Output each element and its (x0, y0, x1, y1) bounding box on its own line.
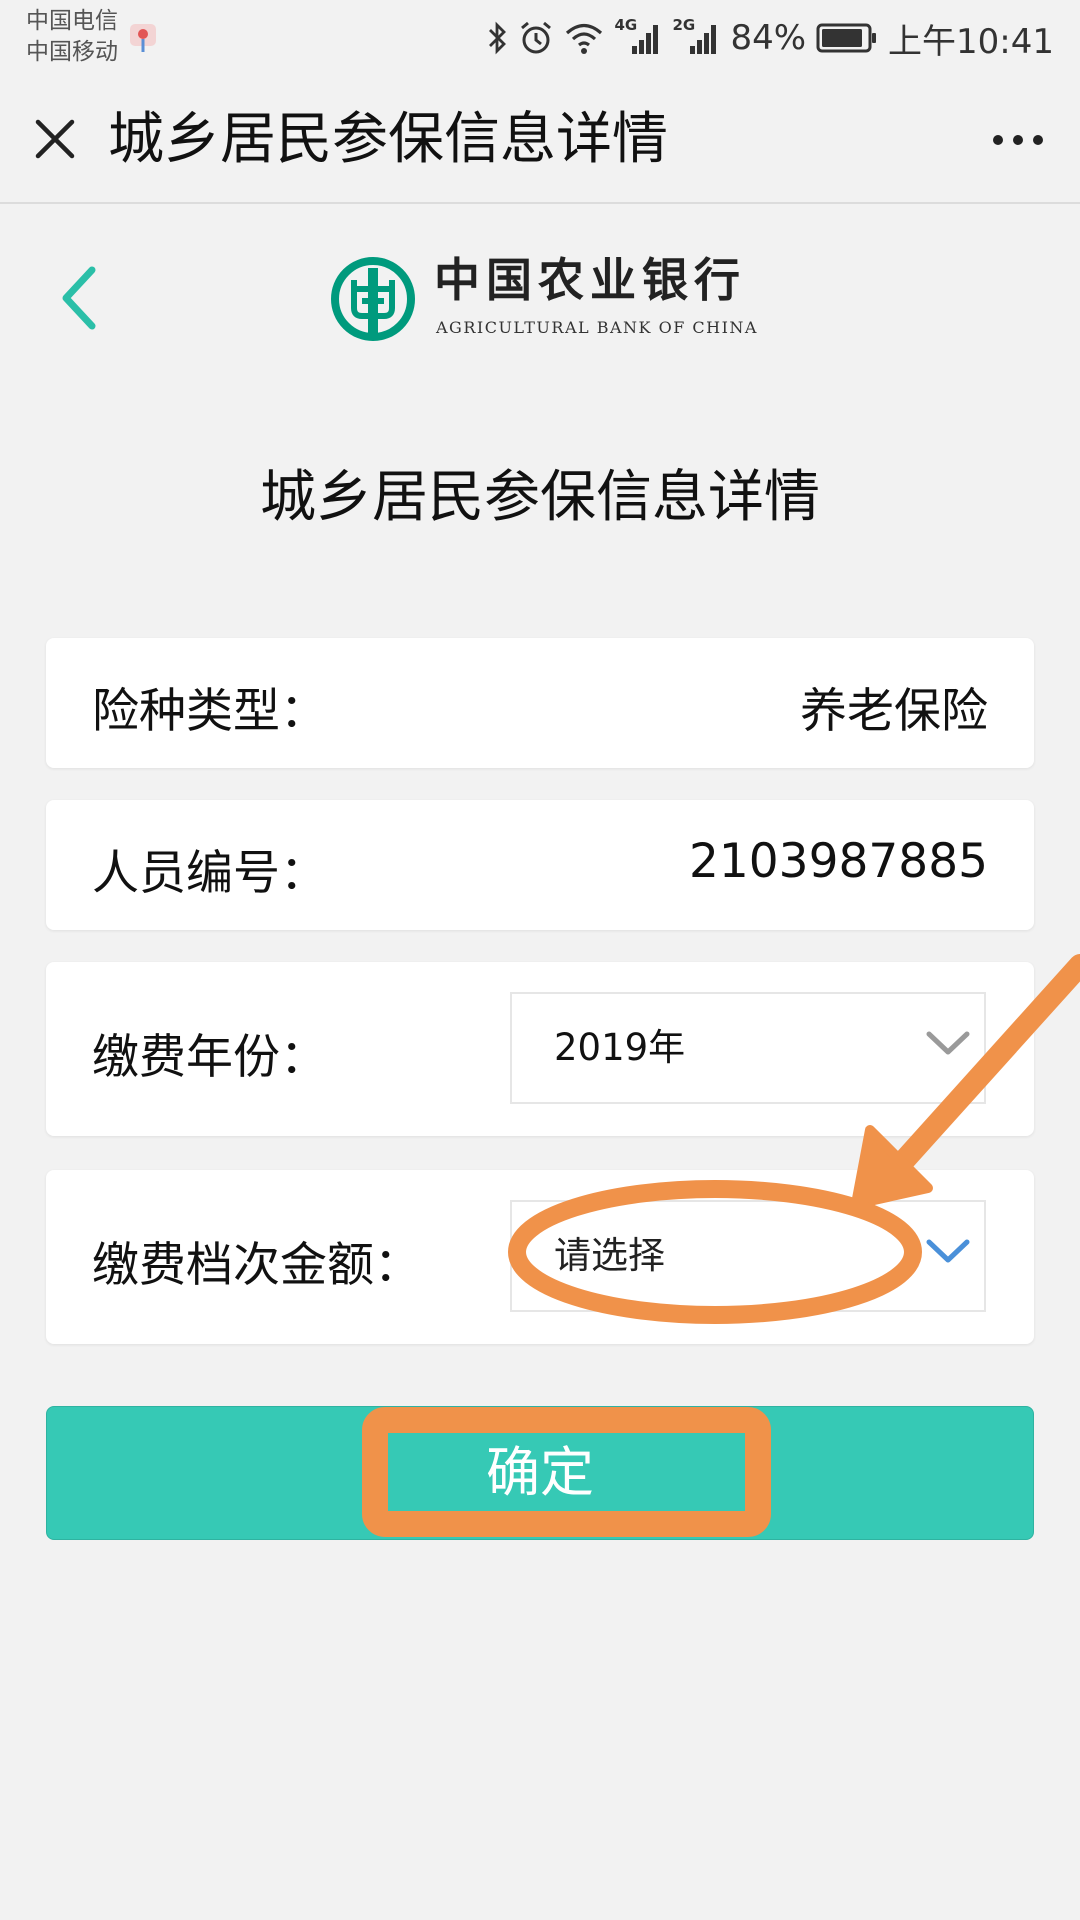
chevron-down-icon (926, 1239, 970, 1263)
title-bar: 城乡居民参保信息详情 (0, 78, 1080, 204)
pay-year-selected: 2019年 (554, 1026, 686, 1069)
carrier-1: 中国电信 (26, 8, 118, 34)
abc-emblem-icon (331, 257, 415, 341)
signal-2g: 2G (672, 16, 720, 56)
page-title: 城乡居民参保信息详情 (260, 465, 820, 530)
network-2g-label: 2G (672, 16, 696, 34)
bank-name-chinese: 中国农业银行 (434, 253, 746, 307)
signal-4g: 4G (614, 16, 662, 56)
bank-logo: 中国农业银行 AGRICULTURAL BANK OF CHINA (330, 252, 756, 344)
clock: 上午10:41 (888, 21, 1054, 62)
pay-year-row: 缴费年份： 2019年 (46, 962, 1034, 1136)
alarm-icon (521, 21, 552, 54)
close-icon (35, 119, 75, 159)
pay-level-placeholder: 请选择 (554, 1234, 665, 1277)
insurance-type-row: 险种类型： 养老保险 (46, 638, 1034, 768)
insurance-type-label: 险种类型： (92, 684, 327, 739)
pay-year-select[interactable]: 2019年 (510, 992, 986, 1104)
confirm-label: 确定 (486, 1441, 594, 1504)
more-dots-icon (993, 135, 1043, 145)
carrier-names: 中国电信 中国移动 (26, 6, 118, 68)
person-id-label: 人员编号： (92, 846, 327, 901)
more-button[interactable] (986, 116, 1050, 164)
person-id-value: 2103987885 (688, 834, 988, 889)
battery-icon (816, 23, 877, 53)
person-id-row: 人员编号： 2103987885 (46, 800, 1034, 930)
close-button[interactable] (28, 112, 82, 166)
pay-level-row: 缴费档次金额： 请选择 (46, 1170, 1034, 1344)
confirm-button[interactable]: 确定 (46, 1406, 1034, 1540)
status-bar: 中国电信 中国移动 4G 2G 84% 上午10:41 (0, 0, 1080, 78)
bank-name-english: AGRICULTURAL BANK OF CHINA (436, 318, 758, 337)
status-icons: 4G 2G 84% 上午10:41 (486, 14, 1054, 62)
location-pin-icon (130, 24, 156, 52)
carrier-2: 中国移动 (26, 39, 118, 65)
chevron-down-icon (926, 1031, 970, 1055)
pay-level-select[interactable]: 请选择 (510, 1200, 986, 1312)
battery-percent: 84% (730, 18, 807, 58)
pay-year-label: 缴费年份： (92, 1030, 327, 1085)
wifi-icon (566, 23, 603, 54)
insurance-type-value: 养老保险 (800, 684, 988, 739)
window-title: 城乡居民参保信息详情 (108, 107, 668, 172)
bluetooth-icon (489, 21, 507, 55)
pay-level-label: 缴费档次金额： (92, 1238, 421, 1293)
chevron-left-icon (62, 266, 96, 330)
network-4g-label: 4G (614, 16, 638, 34)
back-button[interactable] (50, 262, 106, 334)
